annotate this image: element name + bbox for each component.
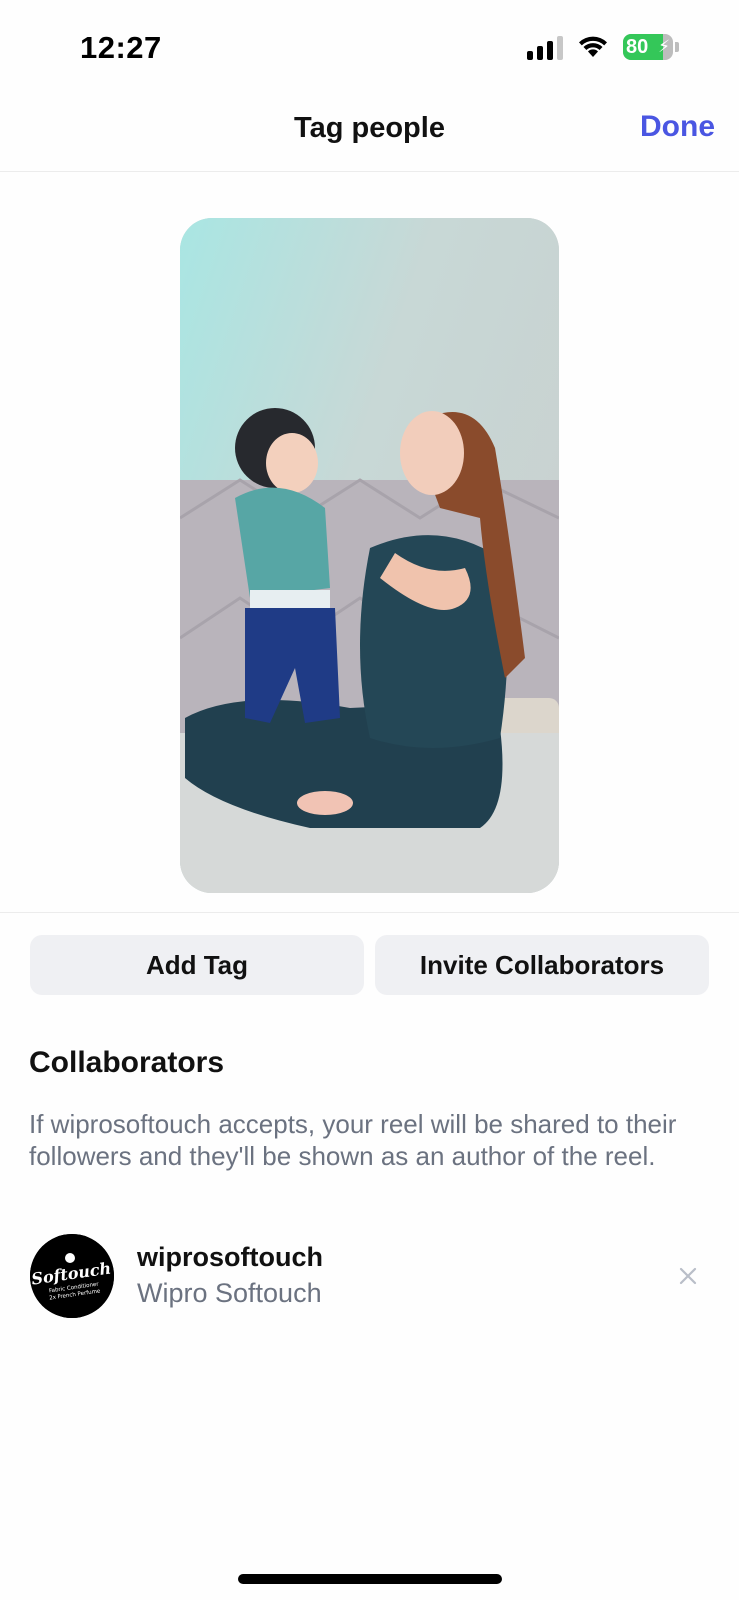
remove-collaborator-close-icon[interactable] [668,1256,708,1296]
status-time: 12:27 [80,30,162,65]
collaborator-full-name: Wipro Softouch [137,1278,322,1308]
page-title: Tag people [294,112,445,144]
battery-level: 80 [626,36,649,58]
invite-collaborators-button[interactable]: Invite Collaborators [375,935,709,995]
divider [0,912,739,913]
status-bar: 12:27 80 ⚡ [0,0,739,96]
avatar[interactable]: Softouch Fabric Conditioner 2x French Pe… [30,1234,114,1318]
add-tag-button[interactable]: Add Tag [30,935,364,995]
home-indicator [238,1574,502,1584]
status-icons: 80 ⚡ [527,34,679,60]
charging-bolt-icon: ⚡ [658,37,670,56]
signal-icon [527,34,563,60]
collaborator-row[interactable]: Softouch Fabric Conditioner 2x French Pe… [30,1234,720,1318]
done-button[interactable]: Done [640,110,715,144]
collaborators-description: If wiprosoftouch accepts, your reel will… [29,1109,677,1171]
collaborator-username: wiprosoftouch [137,1242,323,1272]
battery-icon: 80 ⚡ [623,34,673,60]
reel-preview-image[interactable] [180,218,559,893]
collaborators-heading: Collaborators [29,1046,225,1079]
nav-header: Tag people Done [0,96,739,172]
wifi-icon [577,35,609,59]
